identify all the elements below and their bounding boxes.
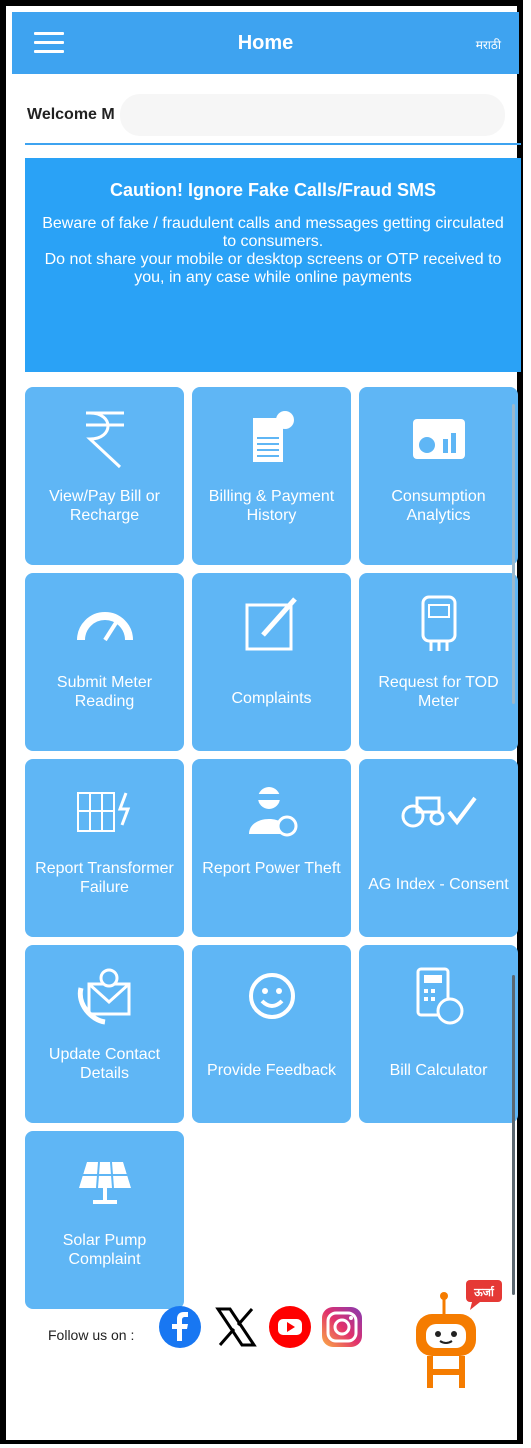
tile-update-contact-details[interactable]: Update Contact Details — [25, 945, 184, 1123]
chatbot-icon[interactable]: ऊर्जा — [410, 1280, 506, 1396]
bill-history-icon — [192, 405, 351, 471]
contact-phone-icon — [25, 963, 184, 1029]
meter-gauge-icon — [25, 591, 184, 657]
rupee-icon — [25, 405, 184, 471]
youtube-icon[interactable] — [268, 1305, 312, 1349]
x-icon[interactable] — [214, 1305, 258, 1349]
tile-consumption-analytics[interactable]: Consumption Analytics — [359, 387, 518, 565]
tile-label: Bill Calculator — [389, 1062, 488, 1079]
tractor-check-icon — [359, 777, 518, 843]
scrollbar[interactable] — [512, 404, 515, 704]
tile-solar-pump-complaint[interactable]: Solar Pump Complaint — [25, 1131, 184, 1309]
tile-label: Billing & Payment History — [208, 488, 335, 524]
edit-complaint-icon — [192, 591, 351, 657]
smiley-icon — [192, 963, 351, 1029]
tile-billing-history[interactable]: Billing & Payment History — [192, 387, 351, 565]
tile-label: Solar Pump Complaint — [62, 1232, 147, 1268]
calculator-icon — [359, 963, 518, 1029]
solar-panel-icon — [25, 1149, 184, 1215]
tile-label: Update Contact Details — [48, 1046, 161, 1082]
caution-line2: Do not share your mobile or desktop scre… — [44, 251, 502, 286]
app-bar: Home मराठी — [12, 12, 519, 74]
caution-line1: Beware of fake / fraudulent calls and me… — [42, 215, 504, 250]
tile-label: View/Pay Bill or Recharge — [49, 488, 160, 524]
tile-view-pay-bill[interactable]: View/Pay Bill or Recharge — [25, 387, 184, 565]
tile-provide-feedback[interactable]: Provide Feedback — [192, 945, 351, 1123]
tile-label: Request for TOD Meter — [378, 674, 499, 710]
tile-report-transformer-failure[interactable]: Report Transformer Failure — [25, 759, 184, 937]
tile-label: AG Index - Consent — [368, 876, 509, 893]
tile-request-tod-meter[interactable]: Request for TOD Meter — [359, 573, 518, 751]
welcome-text: Welcome M — [27, 106, 115, 123]
energy-meter-icon — [359, 591, 518, 657]
analytics-icon — [359, 405, 518, 471]
tile-label: Provide Feedback — [207, 1062, 336, 1079]
instagram-icon[interactable] — [320, 1305, 364, 1349]
tile-submit-meter-reading[interactable]: Submit Meter Reading — [25, 573, 184, 751]
tile-report-power-theft[interactable]: Report Power Theft — [192, 759, 351, 937]
scrollbar-thumb[interactable] — [512, 975, 515, 1295]
tile-label: Consumption Analytics — [391, 488, 486, 524]
redacted-name — [120, 94, 505, 136]
page-title: Home — [237, 32, 294, 54]
language-toggle[interactable]: मराठी — [476, 36, 501, 53]
thief-icon — [192, 777, 351, 843]
tile-bill-calculator[interactable]: Bill Calculator — [359, 945, 518, 1123]
tile-label: Report Power Theft — [202, 860, 341, 877]
tile-ag-index-consent[interactable]: AG Index - Consent — [359, 759, 518, 937]
tile-complaints[interactable]: Complaints — [192, 573, 351, 751]
follow-us-label: Follow us on : — [48, 1327, 135, 1343]
transformer-icon — [25, 777, 184, 843]
caution-banner: Caution! Ignore Fake Calls/Fraud SMS Bew… — [25, 158, 521, 372]
facebook-icon[interactable] — [158, 1305, 202, 1349]
caution-title: Caution! Ignore Fake Calls/Fraud SMS — [109, 180, 437, 200]
divider — [25, 143, 521, 145]
chatbot-badge-label: ऊर्जा — [473, 1285, 495, 1299]
tile-label: Report Transformer Failure — [35, 860, 174, 896]
tile-label: Submit Meter Reading — [56, 674, 153, 710]
tile-label: Complaints — [231, 690, 312, 707]
